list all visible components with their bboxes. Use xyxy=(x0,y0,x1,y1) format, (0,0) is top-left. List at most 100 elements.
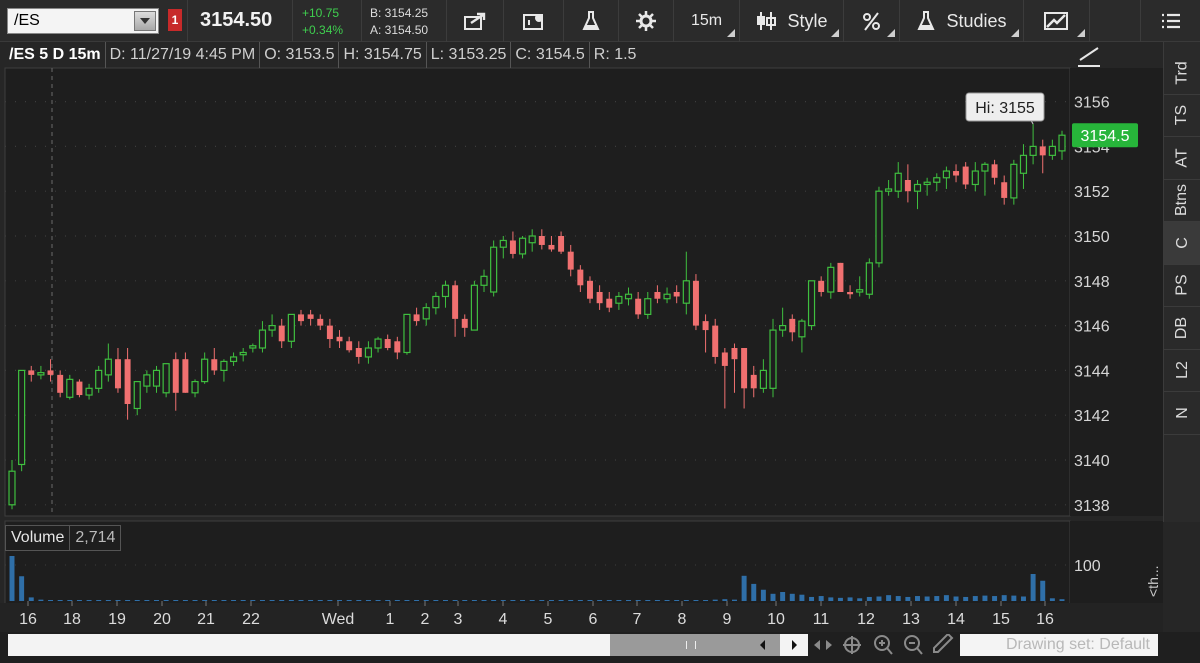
volume-bar xyxy=(963,596,969,601)
volume-bar xyxy=(587,600,593,601)
candle-body-up xyxy=(663,293,671,300)
candle-body-up xyxy=(37,372,45,376)
y-tick-label: 3144 xyxy=(1074,363,1110,380)
candle-body-down xyxy=(124,359,131,404)
volume-bar xyxy=(654,600,660,601)
volume-bar xyxy=(471,600,477,601)
candle-body-up xyxy=(615,295,623,304)
volume-bar xyxy=(346,600,352,601)
candle-body-down xyxy=(461,318,468,328)
volume-bar xyxy=(327,600,333,601)
candle-body-down xyxy=(1039,146,1046,156)
volume-bar xyxy=(375,600,381,601)
collapsed-panel-label[interactable]: <th... xyxy=(1138,560,1168,600)
volume-bar xyxy=(105,600,111,601)
candle-body-down xyxy=(596,292,603,304)
side-tab-ts[interactable]: TS xyxy=(1164,95,1200,137)
candle-body-up xyxy=(191,381,199,394)
candle-body-up xyxy=(287,313,295,342)
side-tab-btns[interactable]: Btns xyxy=(1164,180,1200,222)
candle-body-up xyxy=(624,293,633,300)
current-price-label: 3154.5 xyxy=(1081,128,1130,145)
chart-canvas[interactable]: 3138314031423144314631483150315231543156… xyxy=(0,0,1200,663)
side-panel-tabs: Trd TS AT Btns C PS DB L2 N xyxy=(1163,42,1200,522)
scrollbar-thumb[interactable] xyxy=(610,634,780,656)
candle-body-up xyxy=(470,284,478,331)
volume-bar xyxy=(837,597,843,601)
candle-body-up xyxy=(682,280,690,304)
candle-body-down xyxy=(789,318,796,333)
volume-bar xyxy=(616,600,622,601)
candle-body-up xyxy=(364,347,373,358)
zoom-out-icon[interactable] xyxy=(904,635,923,655)
candle-body-down xyxy=(346,341,353,351)
volume-bar xyxy=(731,599,737,601)
volume-bar xyxy=(96,600,102,601)
candle-body-up xyxy=(432,295,440,309)
volume-bar xyxy=(125,600,131,601)
volume-bar xyxy=(780,592,786,601)
candle-body-down xyxy=(847,292,854,295)
candle-body-up xyxy=(480,275,488,286)
candle-body-down xyxy=(673,292,680,297)
x-tick-label: 14 xyxy=(947,611,965,628)
volume-bar xyxy=(934,596,940,601)
side-tab-trd[interactable]: Trd xyxy=(1164,52,1200,95)
candle-body-up xyxy=(268,325,276,331)
candle-body-up xyxy=(1029,145,1037,156)
volume-bar xyxy=(568,600,574,601)
volume-bar xyxy=(857,598,863,601)
volume-bar xyxy=(597,600,603,601)
candle-body-up xyxy=(220,360,228,372)
volume-bar xyxy=(337,600,343,601)
volume-bar xyxy=(809,596,815,601)
time-axis xyxy=(0,603,1163,632)
x-tick-label: 16 xyxy=(1036,611,1054,628)
scroll-left-icon[interactable] xyxy=(760,640,765,650)
candle-body-up xyxy=(258,329,267,349)
scroll-right-icon[interactable] xyxy=(792,640,797,650)
volume-bar xyxy=(1030,574,1036,601)
side-tab-at[interactable]: AT xyxy=(1164,137,1200,180)
x-tick-label: 22 xyxy=(242,611,260,628)
expand-icon[interactable] xyxy=(814,640,832,650)
side-tab-label: DB xyxy=(1173,316,1191,339)
volume-bar xyxy=(443,600,448,601)
candle-body-down xyxy=(635,298,642,315)
volume-bar xyxy=(231,600,237,601)
x-tick-label: 6 xyxy=(589,611,598,628)
volume-bar xyxy=(1011,595,1017,601)
volume-bar xyxy=(308,600,314,601)
volume-bar xyxy=(28,597,34,601)
side-tab-n[interactable]: N xyxy=(1164,392,1200,435)
candle-body-down xyxy=(307,314,314,319)
candle-body-down xyxy=(278,325,285,342)
volume-bar xyxy=(115,600,121,601)
side-tab-ps[interactable]: PS xyxy=(1164,265,1200,307)
volume-bar xyxy=(221,600,227,601)
volume-bar xyxy=(683,600,689,601)
x-tick-label: 3 xyxy=(454,611,463,628)
candle-body-up xyxy=(644,298,652,316)
volume-bar xyxy=(741,575,747,601)
side-tab-c[interactable]: C xyxy=(1164,222,1200,265)
volume-bar xyxy=(1020,596,1026,601)
candle-body-up xyxy=(1058,134,1066,152)
candle-body-up xyxy=(8,470,16,506)
candle-body-up xyxy=(518,237,527,255)
volume-bar xyxy=(645,600,651,601)
pencil-icon[interactable] xyxy=(933,634,954,653)
zoom-controls xyxy=(814,634,954,655)
volume-bar xyxy=(259,600,265,601)
zoom-in-icon[interactable] xyxy=(874,635,893,655)
candle-body-up xyxy=(856,289,864,293)
volume-bar xyxy=(674,600,680,601)
y-tick-label: 3150 xyxy=(1074,229,1110,246)
candle-body-up xyxy=(104,358,112,376)
volume-bar xyxy=(770,593,776,601)
volume-bar xyxy=(722,599,728,601)
drawing-set-selector[interactable]: Drawing set: Default xyxy=(960,634,1158,656)
crosshair-icon[interactable] xyxy=(843,636,861,654)
side-tab-db[interactable]: DB xyxy=(1164,307,1200,350)
side-tab-l2[interactable]: L2 xyxy=(1164,350,1200,392)
